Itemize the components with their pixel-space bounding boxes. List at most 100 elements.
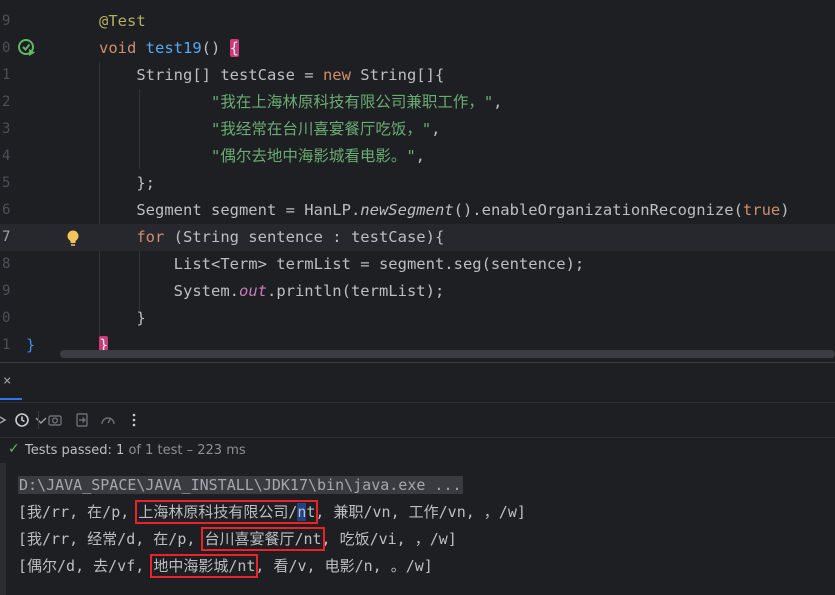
active-tab-indicator: [0, 398, 22, 400]
output-text: [我/rr, 经常/d, 在/p,: [18, 530, 205, 548]
line-number: 1: [2, 337, 11, 353]
output-text: , 看/v, 电影/n, 。/w]: [255, 557, 433, 575]
code-token: "我经常在台川喜宴餐厅吃饭，": [210, 120, 432, 138]
code-line[interactable]: 0 }: [0, 305, 835, 332]
code-text: Segment segment = HanLP.newSegment().ena…: [99, 197, 790, 224]
console-gutter: [0, 463, 6, 595]
code-text: void test19() {: [99, 35, 240, 62]
code-token: "偶尔去地中海影城看电影。": [210, 147, 416, 165]
code-text: @Test: [99, 8, 146, 35]
close-tab-icon[interactable]: ×: [3, 373, 11, 389]
code-token: for: [136, 228, 174, 246]
lightbulb-icon[interactable]: [66, 230, 80, 247]
code-token: ,: [431, 120, 441, 138]
status-detail: of 1 test – 223 ms: [124, 443, 246, 458]
console-output-line-1: [我/rr, 在/p, 上海林原科技有限公司/nt, 兼职/vn, 工作/vn,…: [18, 499, 526, 526]
output-text: [偶尔/d, 去/vf,: [18, 557, 154, 575]
code-line[interactable]: 5 };: [0, 170, 835, 197]
code-line[interactable]: 3 "我经常在台川喜宴餐厅吃饭，",: [0, 116, 835, 143]
code-text: };: [99, 170, 155, 197]
code-line[interactable]: 9 System.out.println(termList);: [0, 278, 835, 305]
code-token: newSegment: [360, 201, 454, 219]
code-text: "我经常在台川喜宴餐厅吃饭，",: [99, 116, 441, 143]
code-text: for (String sentence : testCase){: [99, 224, 444, 251]
code-token: true: [742, 201, 781, 219]
line-number: 7: [2, 229, 11, 245]
coverage-gauge-icon[interactable]: [100, 412, 116, 428]
code-text: System.out.println(termList);: [99, 278, 445, 305]
code-line[interactable]: 2 "我在上海林原科技有限公司兼职工作，",: [0, 89, 835, 116]
run-panel-tabs: ×: [0, 362, 835, 400]
check-icon: ✓: [8, 441, 20, 457]
code-line[interactable]: 1 String[] testCase = new String[]{: [0, 62, 835, 89]
import-tests-icon[interactable]: [74, 412, 90, 428]
run-toolbar: [0, 402, 835, 438]
code-token: (): [201, 39, 230, 57]
output-text: , 吃饭/vi, ，/w]: [321, 530, 457, 548]
line-number: 5: [2, 175, 11, 191]
code-token: new: [322, 66, 361, 84]
line-number: 3: [2, 121, 11, 137]
line-number: 0: [2, 310, 11, 326]
code-line[interactable]: 8 List<Term> termList = segment.seg(sent…: [0, 251, 835, 278]
highlighted-organization: 地中海影城/nt: [150, 554, 259, 578]
output-text: [我/rr, 在/p,: [18, 503, 139, 521]
code-token: (String sentence : testCase){: [173, 228, 445, 246]
history-clock-icon[interactable]: [14, 412, 30, 428]
code-line[interactable]: 7 for (String sentence : testCase){: [0, 224, 835, 251]
code-text: "偶尔去地中海影城看电影。",: [99, 143, 425, 170]
code-token: Segment segment = HanLP.: [99, 201, 361, 219]
screenshot-icon[interactable]: [47, 412, 63, 428]
line-number: 9: [2, 283, 11, 299]
code-line[interactable]: 0 void test19() {: [0, 35, 835, 62]
console-command-line: D:\JAVA_SPACE\JAVA_INSTALL\JDK17\bin\jav…: [18, 472, 463, 499]
highlighted-organization-text: 上海林原科技有限公司/: [138, 503, 298, 521]
more-options-icon[interactable]: [126, 412, 142, 428]
class-closing-brace: }: [26, 336, 36, 354]
code-token: String[]{: [360, 66, 445, 84]
console-command[interactable]: D:\JAVA_SPACE\JAVA_INSTALL\JDK17\bin\jav…: [18, 476, 463, 494]
code-text: "我在上海林原科技有限公司兼职工作，",: [99, 89, 503, 116]
code-token: out: [238, 282, 267, 300]
code-token: ,: [415, 147, 425, 165]
code-token: ): [780, 201, 790, 219]
code-text: }: [99, 305, 146, 332]
output-text: , 兼职/vn, 工作/vn, ，/w]: [315, 503, 526, 521]
test-status: ✓ Tests passed: 1 of 1 test – 223 ms: [0, 439, 835, 463]
horizontal-scrollbar[interactable]: [60, 350, 835, 358]
code-token: }: [99, 309, 146, 327]
line-number: 6: [2, 202, 11, 218]
code-token: "我在上海林原科技有限公司兼职工作，": [210, 93, 494, 111]
run-tool-window: × ✓ Tests passed: 1 of 1 test – 223 ms D…: [0, 362, 835, 595]
console-output-line-3: [偶尔/d, 去/vf, 地中海影城/nt, 看/v, 电影/n, 。/w]: [18, 553, 433, 580]
code-text: String[] testCase = new String[]{: [99, 62, 444, 89]
line-number: 1: [2, 67, 11, 83]
line-number: 4: [2, 148, 11, 164]
code-token: ,: [493, 93, 503, 111]
chevron-icon[interactable]: [0, 412, 12, 428]
code-line[interactable]: 9 @Test: [0, 8, 835, 35]
run-test-passed-icon[interactable]: [18, 39, 36, 57]
code-token: @Test: [99, 12, 146, 30]
toolbar-separator: [38, 411, 39, 429]
code-token: test19: [145, 39, 202, 57]
code-token: String[] testCase =: [99, 66, 323, 84]
line-number: 2: [2, 94, 11, 110]
line-number: 0: [2, 40, 11, 56]
code-line[interactable]: 4 "偶尔去地中海影城看电影。",: [0, 143, 835, 170]
code-token: List<Term> termList = segment.seg(senten…: [99, 255, 585, 273]
code-line[interactable]: 6 Segment segment = HanLP.newSegment().e…: [0, 197, 835, 224]
highlighted-organization: 台川喜宴餐厅/nt: [201, 527, 325, 551]
console-output-line-2: [我/rr, 经常/d, 在/p, 台川喜宴餐厅/nt, 吃饭/vi, ，/w]: [18, 526, 457, 553]
code-text: List<Term> termList = segment.seg(senten…: [99, 251, 585, 278]
code-token: {: [229, 39, 240, 57]
status-label: Tests passed:: [25, 443, 117, 458]
line-number: 9: [2, 13, 11, 29]
code-editor[interactable]: 9 @Test 0 void test19() {1 String[] testCas…: [0, 0, 835, 362]
code-token: .println(termList);: [266, 282, 445, 300]
highlighted-organization: 上海林原科技有限公司/nt: [135, 500, 319, 524]
